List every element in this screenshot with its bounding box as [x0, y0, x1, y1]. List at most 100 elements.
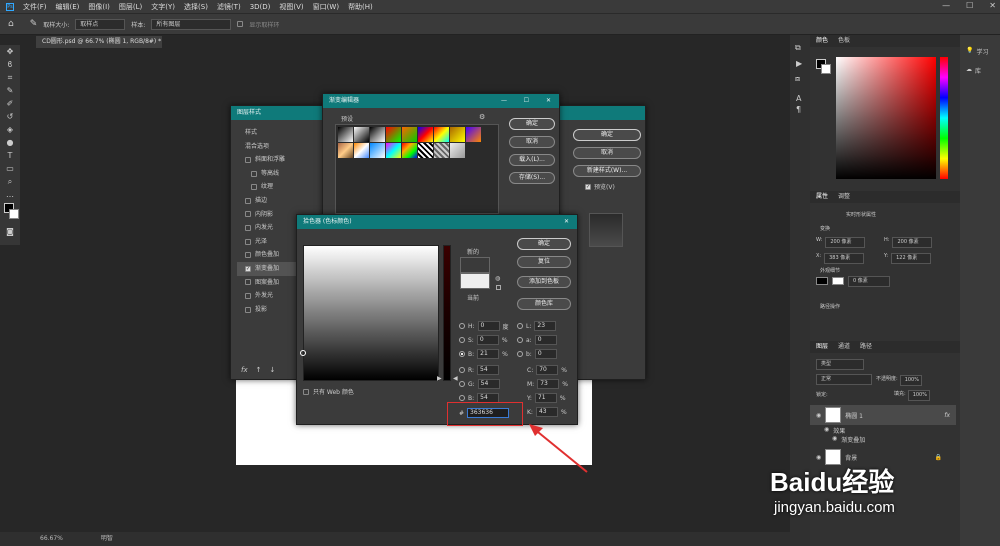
style-item-contour[interactable]: 等高线	[237, 167, 327, 181]
add-to-swatches-button[interactable]: 添加到色板	[517, 276, 571, 288]
close-icon[interactable]: ✕	[564, 215, 569, 229]
checkbox[interactable]	[251, 184, 257, 191]
menu-layer[interactable]: 图层(L)	[119, 2, 142, 12]
move-tool-icon[interactable]: ✥	[0, 45, 20, 58]
gradient-swatch[interactable]	[418, 143, 433, 158]
close-icon[interactable]: ✕	[546, 94, 551, 108]
fill-input[interactable]: 100%	[907, 390, 930, 401]
menu-filter[interactable]: 滤镜(T)	[217, 2, 241, 12]
k-input[interactable]: 43	[535, 407, 558, 417]
visibility-eye-icon[interactable]: ◉	[824, 426, 829, 435]
r-radio[interactable]	[459, 367, 465, 373]
library-item[interactable]: ☁ 库	[966, 66, 1000, 75]
blue-radio[interactable]	[459, 395, 465, 401]
s-radio[interactable]	[459, 337, 465, 343]
b-input[interactable]: 21	[477, 349, 500, 359]
style-header[interactable]: 样式	[237, 126, 327, 140]
sample-size-select[interactable]: 取样点	[75, 18, 126, 30]
eyedropper-icon[interactable]: ✎	[30, 19, 38, 29]
tab-properties[interactable]: 属性	[816, 191, 828, 203]
learn-item[interactable]: 💡 学习	[966, 47, 1000, 56]
quick-mask-icon[interactable]: ◙	[0, 225, 20, 238]
type-tool-icon[interactable]: T	[0, 149, 20, 162]
tab-layers[interactable]: 图层	[816, 341, 828, 353]
gradient-swatch[interactable]	[434, 143, 449, 158]
layer-name[interactable]: 背景	[845, 453, 857, 462]
layer-name[interactable]: 椭圆 1	[845, 411, 863, 420]
gradient-swatch[interactable]	[402, 127, 417, 142]
gradient-swatch[interactable]	[386, 143, 401, 158]
checkbox[interactable]	[245, 292, 251, 299]
style-item-stroke[interactable]: 描边	[237, 194, 327, 208]
layer-style-cancel-button[interactable]: 取消	[573, 147, 641, 159]
checkbox[interactable]	[245, 224, 251, 231]
color-field[interactable]	[300, 245, 439, 381]
layer-kind-filter[interactable]: 类型	[816, 359, 864, 370]
move-up-icon[interactable]: ↑	[256, 366, 262, 374]
minimize-icon[interactable]: —	[942, 1, 950, 10]
effects-row[interactable]: ◉ 效果	[824, 426, 845, 435]
gradient-ok-button[interactable]: 确定	[509, 118, 555, 130]
tab-swatches[interactable]: 色板	[838, 35, 850, 47]
h-input[interactable]: 0	[477, 321, 500, 331]
checkbox[interactable]	[245, 197, 251, 204]
fill-swatch[interactable]	[816, 277, 828, 285]
shape-tool-icon[interactable]: ▭	[0, 162, 20, 175]
paint-bucket-icon[interactable]: ◈	[0, 123, 20, 136]
hue-slider-arrow-icon[interactable]: ◀	[453, 375, 458, 382]
menu-image[interactable]: 图像(I)	[88, 2, 110, 12]
checkbox-checked[interactable]: ✓	[245, 265, 251, 272]
g-radio[interactable]	[459, 381, 465, 387]
h-radio[interactable]	[459, 323, 465, 329]
opacity-input[interactable]: 100%	[899, 375, 922, 386]
b-radio-selected[interactable]	[459, 351, 465, 357]
bg-color-swatch[interactable]	[821, 64, 831, 74]
layer-style-ok-button[interactable]: 确定	[573, 129, 641, 141]
menu-edit[interactable]: 编辑(E)	[56, 2, 80, 12]
eyedropper-tool-icon[interactable]: ✎	[0, 84, 20, 97]
gradient-swatch[interactable]	[402, 143, 417, 158]
y-input[interactable]: 71	[534, 393, 557, 403]
gradient-swatch[interactable]	[354, 143, 369, 158]
dodge-tool-icon[interactable]: ●	[0, 136, 20, 149]
lab-b-radio[interactable]	[517, 351, 523, 357]
c-input[interactable]: 70	[536, 365, 559, 375]
maximize-icon[interactable]: ☐	[524, 94, 529, 108]
menu-view[interactable]: 视图(V)	[279, 2, 303, 12]
visibility-eye-icon[interactable]: ◉	[816, 412, 821, 419]
ring-checkbox[interactable]	[237, 21, 244, 27]
visibility-eye-icon[interactable]: ◉	[832, 435, 837, 444]
blend-options-item[interactable]: 混合选项	[237, 140, 327, 154]
history-brush-icon[interactable]: ↺	[0, 110, 20, 123]
move-down-icon[interactable]: ↓	[269, 366, 275, 374]
checkbox[interactable]	[245, 211, 251, 218]
l-input[interactable]: 23	[534, 321, 557, 331]
tab-paths[interactable]: 路径	[860, 341, 872, 353]
lab-b-input[interactable]: 0	[534, 349, 557, 359]
zoom-tool-icon[interactable]: ⌕	[0, 175, 20, 188]
s-input[interactable]: 0	[476, 335, 499, 345]
checkbox[interactable]	[245, 238, 251, 245]
tab-channels[interactable]: 通道	[838, 341, 850, 353]
checkbox[interactable]	[245, 306, 251, 313]
current-color-swatch[interactable]	[460, 257, 490, 273]
history-icon[interactable]: ⧉	[795, 43, 810, 53]
brush-tool-icon[interactable]: ✐	[0, 97, 20, 110]
menu-file[interactable]: 文件(F)	[23, 2, 47, 12]
menu-type[interactable]: 文字(Y)	[151, 2, 175, 12]
checkbox[interactable]	[245, 252, 251, 259]
menu-select[interactable]: 选择(S)	[184, 2, 208, 12]
gradient-save-button[interactable]: 存储(S)...	[509, 172, 555, 184]
color-libraries-button[interactable]: 颜色库	[517, 298, 571, 310]
presets-gear-icon[interactable]: ⚙	[479, 113, 485, 121]
web-only-option[interactable]: 只有 Web 颜色	[303, 387, 354, 396]
lasso-tool-icon[interactable]: ϐ	[0, 58, 20, 71]
a-input[interactable]: 0	[534, 335, 557, 345]
crop-tool-icon[interactable]: ⌗	[0, 71, 20, 84]
style-item-bevel[interactable]: 斜面和浮雕	[237, 153, 327, 167]
more-tools-icon[interactable]: …	[0, 188, 20, 201]
x-input[interactable]: 383 像素	[824, 253, 865, 264]
preview-checkbox[interactable]: ✓	[585, 183, 591, 190]
menu-3d[interactable]: 3D(D)	[250, 3, 271, 11]
preview-option[interactable]: ✓ 预览(V)	[585, 182, 615, 191]
